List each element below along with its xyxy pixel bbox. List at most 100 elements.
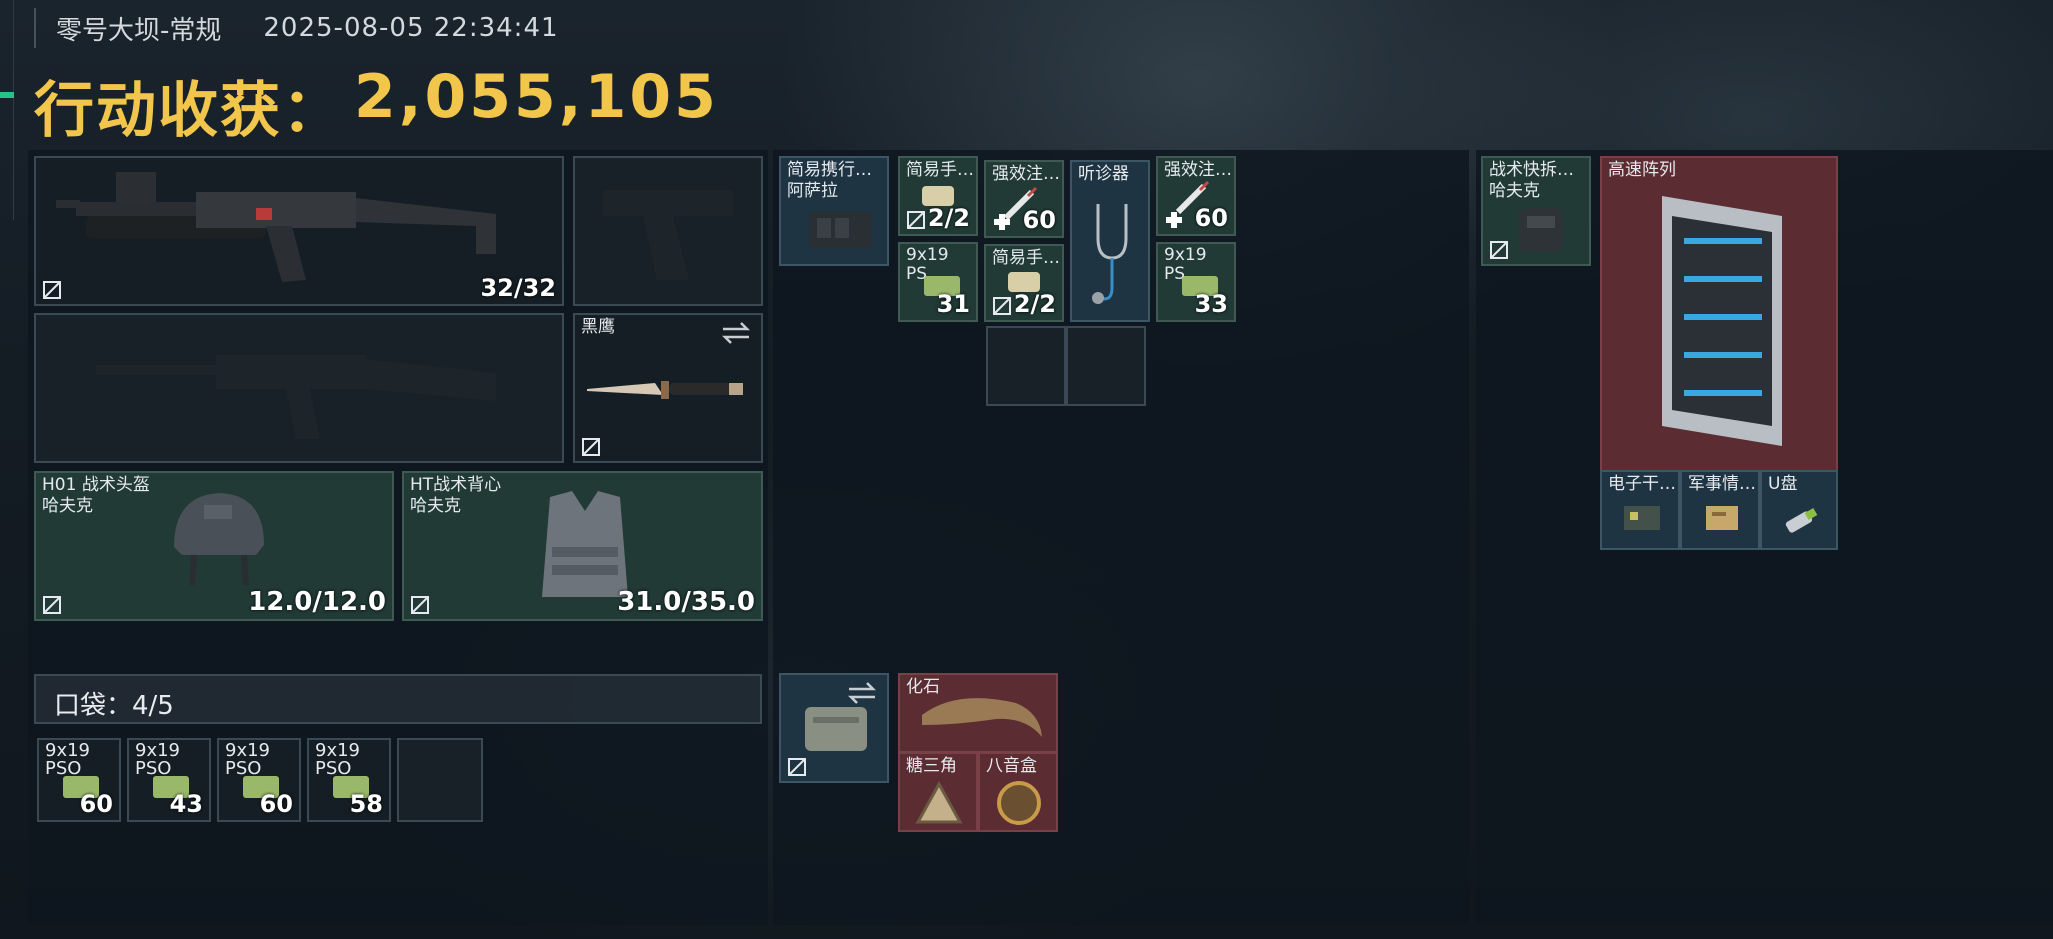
melee-slot[interactable]: 黑鹰 bbox=[573, 313, 763, 463]
rig-empty-slot[interactable] bbox=[986, 326, 1066, 406]
no-insurance-icon bbox=[993, 297, 1011, 315]
knife-icon bbox=[587, 381, 743, 399]
primary-weapon-slot[interactable]: 32/32 bbox=[34, 156, 564, 306]
item-label: 强效注… bbox=[992, 164, 1060, 184]
pocket-item[interactable]: 9x19 PSO 58 bbox=[307, 738, 391, 822]
backpack-item[interactable]: U盘 bbox=[1760, 470, 1838, 550]
item-count: 60 bbox=[259, 790, 293, 818]
case-item[interactable]: 糖三角 bbox=[898, 752, 978, 832]
pocket-item[interactable]: 9x19 PSO 60 bbox=[37, 738, 121, 822]
rig-slot[interactable]: 简易携行… 阿萨拉 bbox=[779, 156, 889, 266]
usb-drive-icon bbox=[1785, 508, 1818, 533]
safe-case-slot[interactable] bbox=[779, 673, 889, 783]
rig-item[interactable]: 听诊器 bbox=[1070, 160, 1150, 322]
no-insurance-icon bbox=[907, 211, 925, 229]
rig-label: 简易携行… 阿萨拉 bbox=[787, 160, 872, 201]
item-label: 糖三角 bbox=[906, 756, 957, 776]
pocket-empty-slot[interactable] bbox=[397, 738, 483, 822]
documents-icon bbox=[1706, 506, 1738, 530]
map-mode: 零号大坝-常规 bbox=[56, 15, 222, 46]
pocket-item[interactable]: 9x19 PSO 60 bbox=[217, 738, 301, 822]
item-label: 9x19 PSO bbox=[225, 740, 271, 779]
page-title: 行动收获： 2,055,105 bbox=[34, 62, 719, 149]
rig-empty-slot[interactable] bbox=[1066, 326, 1146, 406]
no-insurance-icon bbox=[43, 281, 61, 299]
chest-rig-icon bbox=[809, 212, 871, 248]
item-label: 高速阵列 bbox=[1608, 160, 1676, 180]
title-value: 2,055,105 bbox=[354, 62, 719, 132]
backpack-slot[interactable]: 战术快拆… 哈夫克 bbox=[1481, 156, 1591, 266]
circuit-board-icon bbox=[1624, 506, 1660, 530]
pistol-slot[interactable] bbox=[573, 156, 763, 306]
pocket-label: 口袋：4/5 bbox=[54, 691, 174, 721]
item-label: 简易手… bbox=[906, 160, 974, 180]
item-label: 强效注… bbox=[1164, 160, 1232, 180]
swap-icon[interactable] bbox=[721, 321, 751, 345]
item-label: 9x19 PSO bbox=[315, 740, 361, 779]
rig-item[interactable]: 简易手… 2/2 bbox=[898, 156, 978, 236]
helmet-slot[interactable]: H01 战术头盔 哈夫克 12.0/12.0 bbox=[34, 471, 394, 621]
fossil-claw-icon bbox=[922, 698, 1042, 737]
item-count: 60 bbox=[79, 790, 113, 818]
triangle-item-icon bbox=[915, 780, 963, 824]
item-count: 58 bbox=[349, 790, 383, 818]
item-count: 2/2 bbox=[927, 204, 970, 232]
timestamp: 2025-08-05 22:34:41 bbox=[263, 13, 559, 43]
pocket-item[interactable]: 9x19 PSO 43 bbox=[127, 738, 211, 822]
header-info: 零号大坝-常规 2025-08-05 22:34:41 bbox=[34, 8, 559, 48]
armor-durability: 31.0/35.0 bbox=[617, 587, 755, 617]
case-icon bbox=[805, 707, 867, 751]
melee-label: 黑鹰 bbox=[581, 317, 615, 337]
case-item[interactable]: 化石 bbox=[898, 673, 1058, 753]
item-label: 简易手… bbox=[992, 248, 1060, 268]
left-edge-accent bbox=[0, 92, 14, 98]
item-count: 43 bbox=[169, 790, 203, 818]
rig-item[interactable]: 强效注… 60 bbox=[984, 160, 1064, 238]
no-insurance-icon bbox=[582, 438, 600, 456]
left-edge-bar bbox=[0, 0, 14, 220]
armor-label: HT战术背心 哈夫克 bbox=[410, 475, 502, 516]
item-label: 9x19 PSO bbox=[45, 740, 91, 779]
no-insurance-icon bbox=[788, 758, 806, 776]
item-label: 听诊器 bbox=[1078, 164, 1129, 184]
item-count: 60 bbox=[1194, 204, 1228, 232]
helmet-label: H01 战术头盔 哈夫克 bbox=[42, 475, 150, 516]
item-count: 33 bbox=[1194, 290, 1228, 318]
medical-cross-icon bbox=[994, 214, 1010, 230]
helmet-icon bbox=[174, 493, 264, 586]
item-count: 60 bbox=[1022, 206, 1056, 234]
server-array-icon bbox=[1662, 196, 1782, 446]
item-count: 2/2 bbox=[1013, 290, 1056, 318]
backpack-item[interactable]: 电子干… bbox=[1600, 470, 1680, 550]
no-insurance-icon bbox=[411, 596, 429, 614]
pistol-silhouette-icon bbox=[603, 190, 733, 280]
no-insurance-icon bbox=[1490, 241, 1508, 259]
item-label: 八音盒 bbox=[986, 756, 1037, 776]
music-box-icon bbox=[997, 781, 1041, 825]
armor-slot[interactable]: HT战术背心 哈夫克 31.0/35.0 bbox=[402, 471, 763, 621]
secondary-weapon-slot[interactable] bbox=[34, 313, 564, 463]
pocket-header: 口袋：4/5 bbox=[34, 674, 762, 724]
ammo-count: 32/32 bbox=[480, 274, 556, 302]
rig-item[interactable]: 简易手… 2/2 bbox=[984, 244, 1064, 322]
no-insurance-icon bbox=[43, 596, 61, 614]
backpack-item[interactable]: 高速阵列 bbox=[1600, 156, 1838, 474]
item-label: 军事情… bbox=[1688, 474, 1756, 494]
rig-item[interactable]: 强效注… 60 bbox=[1156, 156, 1236, 236]
item-label: 9x19 PSO bbox=[135, 740, 181, 779]
helmet-durability: 12.0/12.0 bbox=[248, 587, 386, 617]
header: 零号大坝-常规 2025-08-05 22:34:41 行动收获： 2,055,… bbox=[0, 0, 2053, 220]
rifle-silhouette-icon bbox=[96, 355, 496, 439]
backpack-icon bbox=[1519, 208, 1563, 252]
title-label: 行动收获： bbox=[34, 76, 344, 146]
backpack-label: 战术快拆… 哈夫克 bbox=[1489, 160, 1574, 201]
medical-cross-icon bbox=[1166, 212, 1182, 228]
case-item[interactable]: 八音盒 bbox=[978, 752, 1058, 832]
rig-item[interactable]: 9x19 PS 31 bbox=[898, 242, 978, 322]
rifle-icon bbox=[56, 172, 496, 282]
item-count: 31 bbox=[936, 290, 970, 318]
stethoscope-icon bbox=[1092, 204, 1128, 304]
item-label: U盘 bbox=[1768, 474, 1798, 494]
backpack-item[interactable]: 军事情… bbox=[1680, 470, 1760, 550]
rig-item[interactable]: 9x19 PS 33 bbox=[1156, 242, 1236, 322]
